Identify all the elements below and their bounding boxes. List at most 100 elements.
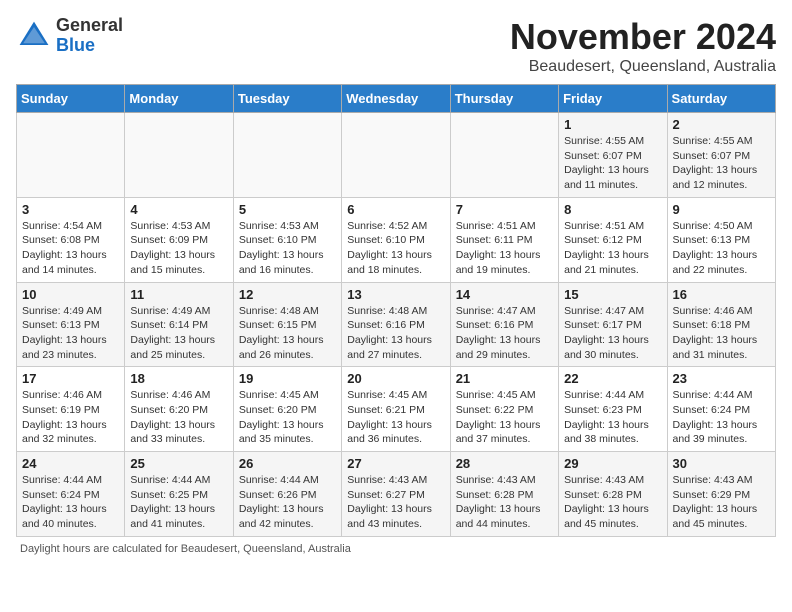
day-number: 17	[22, 371, 119, 386]
calendar-cell: 18 Sunrise: 4:46 AM Sunset: 6:20 PM Dayli…	[125, 367, 233, 452]
calendar-cell: 13 Sunrise: 4:48 AM Sunset: 6:16 PM Dayli…	[342, 282, 450, 367]
calendar-header-saturday: Saturday	[667, 85, 775, 113]
calendar-cell	[233, 113, 341, 198]
calendar-header-friday: Friday	[559, 85, 667, 113]
calendar-cell: 22Sunrise: 4:44 AM Sunset: 6:23 PM Dayli…	[559, 367, 667, 452]
logo-general: General	[56, 15, 123, 35]
calendar-cell: 25 Sunrise: 4:44 AM Sunset: 6:25 PM Dayli…	[125, 452, 233, 537]
calendar-cell	[125, 113, 233, 198]
day-info: Sunrise: 4:52 AM Sunset: 6:10 PM Dayligh…	[347, 219, 444, 278]
calendar-table: SundayMondayTuesdayWednesdayThursdayFrid…	[16, 84, 776, 537]
calendar-cell	[450, 113, 558, 198]
calendar-cell: 17 Sunrise: 4:46 AM Sunset: 6:19 PM Dayli…	[17, 367, 125, 452]
day-info: Sunrise: 4:46 AM Sunset: 6:20 PM Dayligh…	[130, 388, 227, 447]
logo: General Blue	[16, 16, 123, 56]
calendar-header-row: SundayMondayTuesdayWednesdayThursdayFrid…	[17, 85, 776, 113]
day-number: 5	[239, 202, 336, 217]
day-number: 27	[347, 456, 444, 471]
logo-text: General Blue	[56, 16, 123, 56]
day-info: Sunrise: 4:49 AM Sunset: 6:14 PM Dayligh…	[130, 304, 227, 363]
day-number: 13	[347, 287, 444, 302]
day-info: Sunrise: 4:55 AM Sunset: 6:07 PM Dayligh…	[564, 134, 661, 193]
day-number: 22	[564, 371, 661, 386]
day-info: Sunrise: 4:43 AM Sunset: 6:28 PM Dayligh…	[456, 473, 553, 532]
calendar-header-tuesday: Tuesday	[233, 85, 341, 113]
day-number: 11	[130, 287, 227, 302]
day-info: Sunrise: 4:47 AM Sunset: 6:17 PM Dayligh…	[564, 304, 661, 363]
calendar-cell: 11 Sunrise: 4:49 AM Sunset: 6:14 PM Dayli…	[125, 282, 233, 367]
calendar-cell: 27Sunrise: 4:43 AM Sunset: 6:27 PM Dayli…	[342, 452, 450, 537]
calendar-cell: 16Sunrise: 4:46 AM Sunset: 6:18 PM Dayli…	[667, 282, 775, 367]
day-info: Sunrise: 4:48 AM Sunset: 6:15 PM Dayligh…	[239, 304, 336, 363]
day-info: Sunrise: 4:46 AM Sunset: 6:19 PM Dayligh…	[22, 388, 119, 447]
calendar-cell: 5 Sunrise: 4:53 AM Sunset: 6:10 PM Daylig…	[233, 197, 341, 282]
day-info: Sunrise: 4:51 AM Sunset: 6:12 PM Dayligh…	[564, 219, 661, 278]
calendar-cell	[17, 113, 125, 198]
calendar-cell: 7Sunrise: 4:51 AM Sunset: 6:11 PM Daylig…	[450, 197, 558, 282]
day-number: 9	[673, 202, 770, 217]
calendar-cell: 30 Sunrise: 4:43 AM Sunset: 6:29 PM Dayli…	[667, 452, 775, 537]
month-title: November 2024	[510, 16, 776, 58]
calendar-header-monday: Monday	[125, 85, 233, 113]
day-info: Sunrise: 4:44 AM Sunset: 6:24 PM Dayligh…	[673, 388, 770, 447]
day-number: 16	[673, 287, 770, 302]
day-info: Sunrise: 4:44 AM Sunset: 6:25 PM Dayligh…	[130, 473, 227, 532]
day-number: 7	[456, 202, 553, 217]
day-number: 6	[347, 202, 444, 217]
day-info: Sunrise: 4:43 AM Sunset: 6:29 PM Dayligh…	[673, 473, 770, 532]
header: General Blue November 2024 Beaudesert, Q…	[16, 16, 776, 76]
day-number: 25	[130, 456, 227, 471]
calendar-header-wednesday: Wednesday	[342, 85, 450, 113]
calendar-cell: 12Sunrise: 4:48 AM Sunset: 6:15 PM Dayli…	[233, 282, 341, 367]
day-number: 3	[22, 202, 119, 217]
calendar-cell: 14Sunrise: 4:47 AM Sunset: 6:16 PM Dayli…	[450, 282, 558, 367]
calendar-week-row: 17 Sunrise: 4:46 AM Sunset: 6:19 PM Dayli…	[17, 367, 776, 452]
day-number: 24	[22, 456, 119, 471]
calendar-cell: 26Sunrise: 4:44 AM Sunset: 6:26 PM Dayli…	[233, 452, 341, 537]
calendar-cell: 3Sunrise: 4:54 AM Sunset: 6:08 PM Daylig…	[17, 197, 125, 282]
day-number: 15	[564, 287, 661, 302]
calendar-week-row: 24 Sunrise: 4:44 AM Sunset: 6:24 PM Dayli…	[17, 452, 776, 537]
calendar-cell: 6 Sunrise: 4:52 AM Sunset: 6:10 PM Daylig…	[342, 197, 450, 282]
calendar-cell: 24 Sunrise: 4:44 AM Sunset: 6:24 PM Dayli…	[17, 452, 125, 537]
calendar-cell: 29Sunrise: 4:43 AM Sunset: 6:28 PM Dayli…	[559, 452, 667, 537]
day-number: 14	[456, 287, 553, 302]
day-number: 23	[673, 371, 770, 386]
calendar-header-sunday: Sunday	[17, 85, 125, 113]
calendar-cell: 2Sunrise: 4:55 AM Sunset: 6:07 PM Daylig…	[667, 113, 775, 198]
calendar-cell: 8 Sunrise: 4:51 AM Sunset: 6:12 PM Daylig…	[559, 197, 667, 282]
day-info: Sunrise: 4:44 AM Sunset: 6:24 PM Dayligh…	[22, 473, 119, 532]
calendar-cell: 10 Sunrise: 4:49 AM Sunset: 6:13 PM Dayli…	[17, 282, 125, 367]
calendar-cell: 19 Sunrise: 4:45 AM Sunset: 6:20 PM Dayli…	[233, 367, 341, 452]
logo-icon	[16, 18, 52, 54]
calendar-cell: 21 Sunrise: 4:45 AM Sunset: 6:22 PM Dayli…	[450, 367, 558, 452]
logo-blue: Blue	[56, 35, 95, 55]
day-number: 26	[239, 456, 336, 471]
day-number: 21	[456, 371, 553, 386]
day-info: Sunrise: 4:45 AM Sunset: 6:20 PM Dayligh…	[239, 388, 336, 447]
day-number: 28	[456, 456, 553, 471]
day-number: 19	[239, 371, 336, 386]
day-info: Sunrise: 4:45 AM Sunset: 6:22 PM Dayligh…	[456, 388, 553, 447]
day-number: 4	[130, 202, 227, 217]
location: Beaudesert, Queensland, Australia	[510, 58, 776, 76]
day-info: Sunrise: 4:45 AM Sunset: 6:21 PM Dayligh…	[347, 388, 444, 447]
calendar-week-row: 3Sunrise: 4:54 AM Sunset: 6:08 PM Daylig…	[17, 197, 776, 282]
day-info: Sunrise: 4:53 AM Sunset: 6:10 PM Dayligh…	[239, 219, 336, 278]
calendar-cell	[342, 113, 450, 198]
day-number: 29	[564, 456, 661, 471]
calendar-cell: 20Sunrise: 4:45 AM Sunset: 6:21 PM Dayli…	[342, 367, 450, 452]
day-number: 18	[130, 371, 227, 386]
day-number: 30	[673, 456, 770, 471]
calendar-header-thursday: Thursday	[450, 85, 558, 113]
day-number: 8	[564, 202, 661, 217]
calendar-cell: 4 Sunrise: 4:53 AM Sunset: 6:09 PM Daylig…	[125, 197, 233, 282]
footer-note: Daylight hours are calculated for Beaude…	[16, 543, 776, 555]
day-info: Sunrise: 4:49 AM Sunset: 6:13 PM Dayligh…	[22, 304, 119, 363]
calendar-week-row: 10 Sunrise: 4:49 AM Sunset: 6:13 PM Dayli…	[17, 282, 776, 367]
calendar-cell: 23 Sunrise: 4:44 AM Sunset: 6:24 PM Dayli…	[667, 367, 775, 452]
day-info: Sunrise: 4:48 AM Sunset: 6:16 PM Dayligh…	[347, 304, 444, 363]
day-number: 2	[673, 117, 770, 132]
day-info: Sunrise: 4:53 AM Sunset: 6:09 PM Dayligh…	[130, 219, 227, 278]
day-number: 10	[22, 287, 119, 302]
